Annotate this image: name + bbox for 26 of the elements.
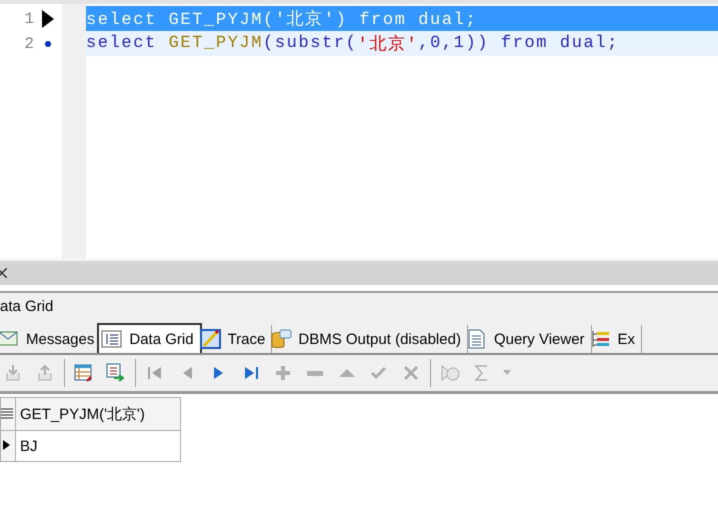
result-tab[interactable]: Trace bbox=[198, 325, 272, 353]
database-icon bbox=[270, 329, 292, 349]
line-number: 1 bbox=[23, 10, 34, 28]
tree-icon bbox=[590, 329, 612, 349]
table-arrow-icon bbox=[106, 363, 126, 383]
result-tab[interactable]: DBMS Output (disabled) bbox=[268, 325, 468, 353]
result-tab[interactable]: Data Grid bbox=[97, 323, 202, 353]
table-cell: BJ bbox=[16, 430, 180, 462]
pencil-document-icon bbox=[200, 329, 222, 349]
panel-title: ata Grid bbox=[0, 298, 54, 314]
row-indicator[interactable] bbox=[0, 430, 16, 462]
breakpoint-dot-icon bbox=[45, 40, 51, 46]
plus-icon bbox=[273, 363, 293, 383]
table-icon bbox=[74, 363, 94, 383]
result-tab[interactable]: Ex bbox=[588, 325, 642, 353]
close-icon[interactable] bbox=[0, 268, 7, 278]
line-number: 2 bbox=[23, 34, 34, 52]
cross-icon bbox=[401, 363, 421, 383]
current-row-icon bbox=[1, 438, 11, 450]
list-icon bbox=[1, 406, 13, 418]
caret-icon bbox=[503, 370, 511, 376]
minus-icon bbox=[307, 370, 323, 376]
grid-icon bbox=[101, 329, 124, 349]
current-line-arrow-icon bbox=[41, 8, 55, 28]
column-header[interactable]: GET_PYJM('北京') bbox=[16, 398, 180, 430]
result-tab[interactable]: Query Viewer bbox=[464, 325, 592, 353]
